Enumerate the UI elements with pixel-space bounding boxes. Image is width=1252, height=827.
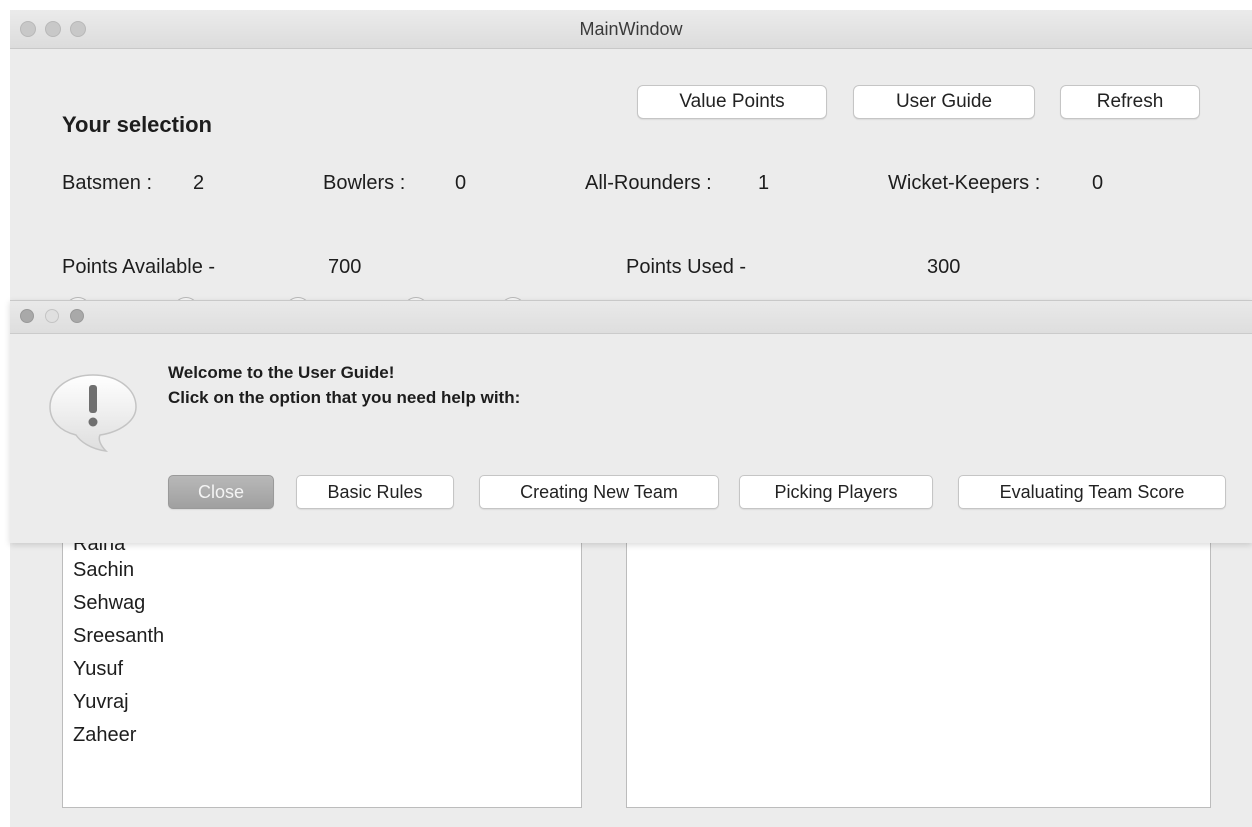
list-item[interactable]: Zaheer — [73, 719, 136, 752]
alert-icon — [49, 374, 137, 453]
wicketkeepers-count: 0 — [1092, 172, 1104, 194]
points-used-label: Points Used - — [626, 256, 747, 278]
batsmen-count: 2 — [193, 172, 205, 194]
minimize-dialog-icon — [45, 309, 59, 323]
value-points-button[interactable]: Value Points — [637, 85, 827, 119]
user-guide-dialog: Welcome to the User Guide! Click on the … — [10, 300, 1252, 543]
picking-players-button[interactable]: Picking Players — [739, 475, 933, 509]
close-button[interactable]: Close — [168, 475, 274, 509]
list-item[interactable]: Sreesanth — [73, 620, 164, 653]
maximize-dialog-icon[interactable] — [70, 309, 84, 323]
list-item[interactable]: Yuvraj — [73, 686, 129, 719]
allrounders-label: All-Rounders : — [585, 172, 712, 194]
batsmen-label: Batsmen : — [62, 172, 153, 194]
wicketkeepers-label: Wicket-Keepers : — [888, 172, 1041, 194]
creating-new-team-button[interactable]: Creating New Team — [479, 475, 719, 509]
main-title-bar: MainWindow — [10, 10, 1252, 49]
points-available-value: 700 — [328, 256, 362, 278]
points-available-label: Points Available - — [62, 256, 216, 278]
list-item[interactable]: Yusuf — [73, 653, 123, 686]
dialog-message-line-2: Click on the option that you need help w… — [168, 388, 521, 407]
bowlers-label: Bowlers : — [323, 172, 406, 194]
players-list[interactable]: Raina Sachin Sehwag Sreesanth Yusuf Yuvr… — [62, 542, 582, 808]
allrounders-count: 1 — [758, 172, 770, 194]
user-guide-button[interactable]: User Guide — [853, 85, 1035, 119]
dialog-title-bar — [10, 301, 1252, 334]
list-item[interactable]: Sachin — [73, 554, 134, 587]
close-dialog-icon[interactable] — [20, 309, 34, 323]
list-item[interactable]: Sehwag — [73, 587, 145, 620]
refresh-button[interactable]: Refresh — [1060, 85, 1200, 119]
bowlers-count: 0 — [455, 172, 467, 194]
points-used-value: 300 — [927, 256, 961, 278]
evaluating-team-score-button[interactable]: Evaluating Team Score — [958, 475, 1226, 509]
basic-rules-button[interactable]: Basic Rules — [296, 475, 454, 509]
selected-players-list[interactable] — [626, 542, 1211, 808]
window-title: MainWindow — [579, 19, 683, 39]
dialog-message-line-1: Welcome to the User Guide! — [168, 363, 395, 382]
selection-heading: Your selection — [62, 112, 212, 137]
